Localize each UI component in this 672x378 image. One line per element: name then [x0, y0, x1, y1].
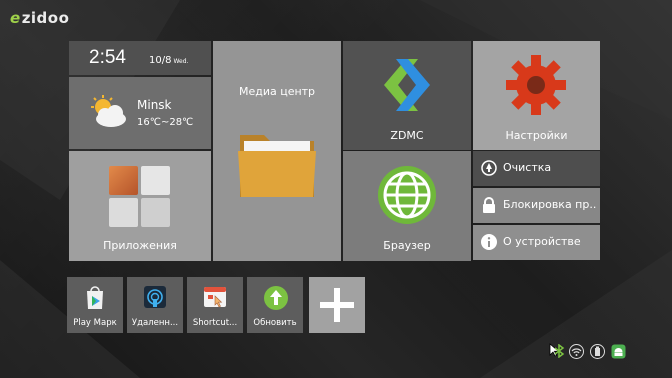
remote-icon	[144, 286, 166, 308]
zdmc-logo-icon	[384, 59, 430, 111]
media-center-label: Медиа центр	[238, 85, 316, 98]
apps-label: Приложения	[103, 239, 177, 252]
usb-storage-icon	[590, 344, 605, 359]
zidoo-logo: ezidoo	[10, 9, 70, 27]
clean-tile[interactable]: Очистка	[473, 151, 600, 186]
shortcut-label: Удаленн...	[131, 318, 179, 328]
gear-icon	[506, 55, 566, 115]
settings-tile[interactable]: Настройки	[473, 41, 600, 150]
settings-label: Настройки	[505, 129, 568, 142]
apps-tile[interactable]: Приложения	[69, 151, 211, 261]
wifi-icon	[569, 344, 584, 359]
plus-icon	[320, 288, 354, 322]
about-device-label: О устройстве	[503, 235, 581, 248]
globe-icon	[378, 166, 436, 224]
shortcut-remote[interactable]: Удаленн...	[127, 277, 183, 333]
shortcut-update[interactable]: Обновить	[247, 277, 303, 333]
media-center-tile[interactable]: Медиа центр	[213, 41, 341, 261]
zdmc-label: ZDMC	[390, 129, 424, 142]
app-lock-label: Блокировка пр...	[503, 198, 597, 211]
browser-label: Браузер	[383, 239, 431, 252]
shortcut-label: Play Марк	[73, 318, 117, 328]
weather-widget[interactable]: Minsk 16℃~28℃	[69, 77, 211, 149]
lock-icon	[483, 197, 495, 213]
shortcut-play-store[interactable]: Play Марк	[67, 277, 123, 333]
app-lock-tile[interactable]: Блокировка пр...	[473, 188, 600, 223]
shortcut-label: Обновить	[253, 318, 297, 328]
clean-label: Очистка	[503, 161, 552, 174]
bluetooth-icon	[554, 344, 565, 358]
clock-date: 10/8 Wed.	[149, 55, 189, 66]
about-device-tile[interactable]: О устройстве	[473, 225, 600, 260]
android-icon	[611, 344, 626, 359]
clock-widget: 2:54 10/8 Wed.	[69, 41, 211, 75]
partly-cloudy-icon	[91, 95, 126, 127]
zdmc-tile[interactable]: ZDMC	[343, 41, 471, 150]
browser-tile[interactable]: Браузер	[343, 151, 471, 261]
play-store-icon	[87, 286, 103, 309]
clean-icon	[481, 160, 497, 176]
info-icon	[481, 234, 497, 250]
add-shortcut-button[interactable]	[309, 277, 365, 333]
shortcut-label: Shortcut...	[192, 318, 238, 328]
update-icon	[264, 286, 288, 310]
weather-temp: 16℃~28℃	[137, 117, 194, 128]
shortcut-icon	[204, 287, 226, 308]
folder-icon	[238, 135, 316, 197]
weather-city: Minsk	[137, 98, 172, 112]
shortcut-shortcut[interactable]: Shortcut...	[187, 277, 243, 333]
clock-time: 2:54	[89, 47, 126, 68]
